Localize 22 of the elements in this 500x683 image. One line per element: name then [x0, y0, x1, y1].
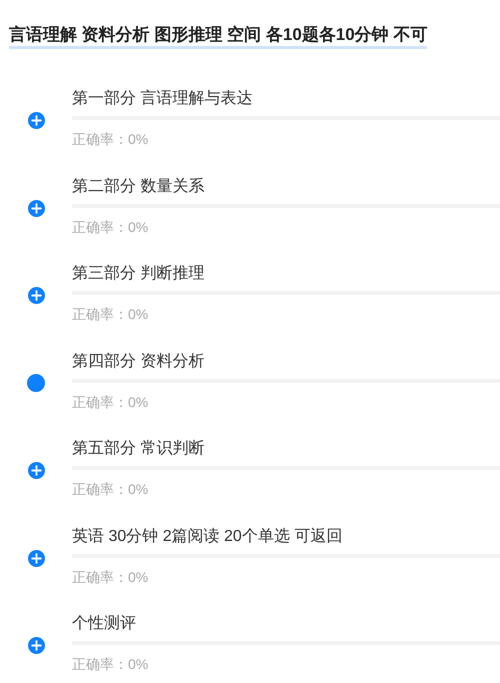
section-title[interactable]: 第一部分 言语理解与表达: [72, 88, 500, 110]
plus-circle-icon[interactable]: [28, 200, 44, 217]
plus-circle-icon[interactable]: [28, 550, 44, 567]
accuracy-text: 正确率：0%: [72, 568, 150, 587]
accuracy-text: 正确率：0%: [72, 655, 150, 674]
plus-circle-icon[interactable]: [28, 287, 44, 304]
section-title[interactable]: 第四部分 资料分析: [72, 350, 500, 373]
plus-circle-icon[interactable]: [28, 112, 44, 130]
accuracy-text: 正确率：0%: [72, 392, 150, 412]
section-title[interactable]: 英语 30分钟 2篇阅读 20个单选 可返回: [72, 526, 500, 548]
accuracy-text: 正确率：0%: [72, 218, 150, 237]
plus-circle-icon[interactable]: [28, 462, 44, 480]
dot-icon[interactable]: [27, 374, 45, 392]
accuracy-text: 正确率：0%: [72, 480, 150, 500]
section-title[interactable]: 第五部分 常识判断: [72, 438, 500, 460]
accuracy-text: 正确率：0%: [72, 305, 150, 324]
accuracy-text: 正确率：0%: [72, 130, 150, 150]
section-title[interactable]: 第三部分 判断推理: [72, 263, 500, 286]
section-title[interactable]: 个性测评: [72, 613, 500, 636]
section-title[interactable]: 第二部分 数量关系: [72, 176, 500, 198]
plus-circle-icon[interactable]: [28, 637, 44, 654]
page-title: 言语理解 资料分析 图形推理 空间 各10题各10分钟 不可: [9, 24, 428, 49]
